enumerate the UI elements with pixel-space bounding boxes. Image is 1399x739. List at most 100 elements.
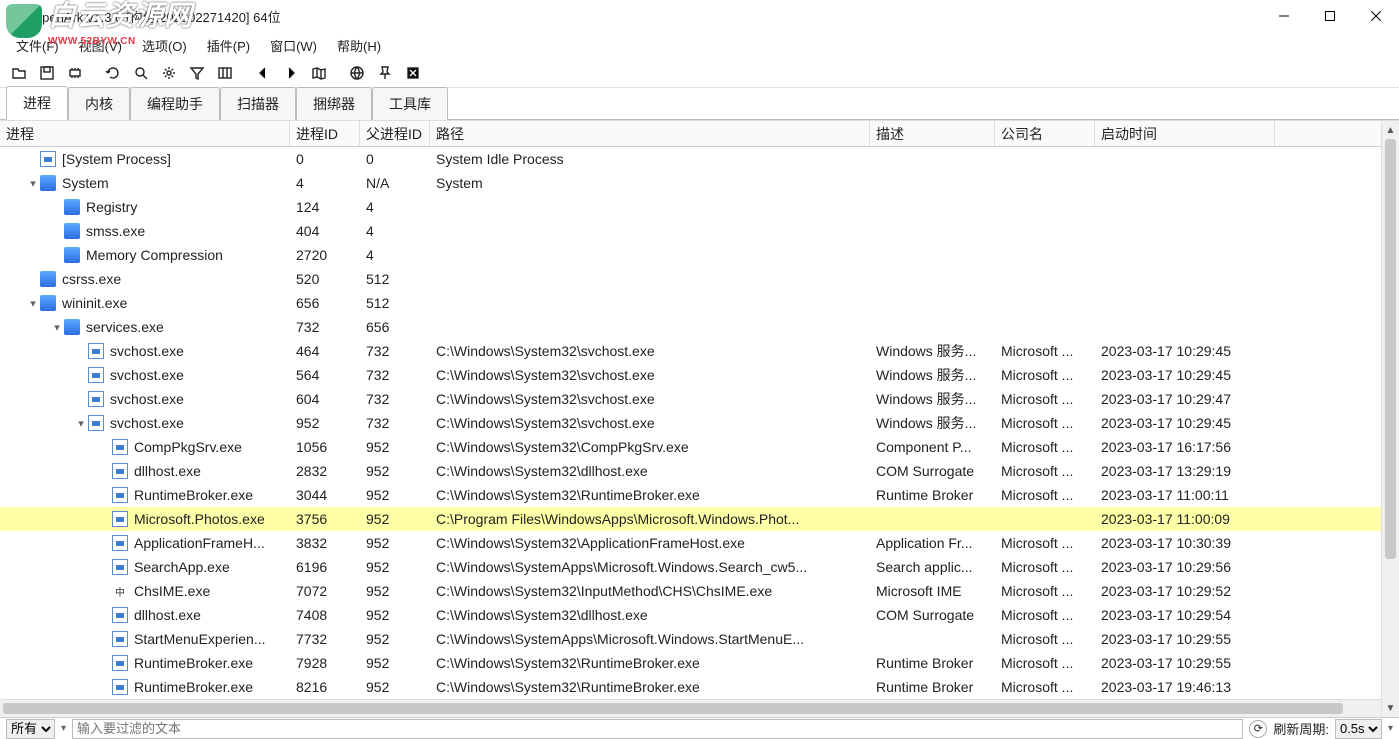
window-title: OpenArk v1.3.0 [构建:202302271420] 64位 [32,7,1261,26]
table-row[interactable]: [System Process]00System Idle Process [0,147,1381,171]
table-row[interactable]: RuntimeBroker.exe3044952C:\Windows\Syste… [0,483,1381,507]
table-row[interactable]: CompPkgSrv.exe1056952C:\Windows\System32… [0,435,1381,459]
process-name: wininit.exe [62,295,127,311]
tab-3[interactable]: 扫描器 [220,87,296,120]
cell-path: System Idle Process [430,151,870,167]
cell-pid: 7408 [290,607,360,623]
cell-comp: Microsoft ... [995,415,1095,431]
process-name: ApplicationFrameH... [134,535,265,551]
tab-4[interactable]: 捆绑器 [296,87,372,120]
globe-icon[interactable] [344,61,370,85]
cell-pid: 404 [290,223,360,239]
cell-path: C:\Windows\System32\RuntimeBroker.exe [430,679,870,695]
refresh-toggle-icon[interactable]: ⟳ [1249,720,1267,738]
maximize-button[interactable] [1307,0,1353,32]
table-row[interactable]: ▾svchost.exe952732C:\Windows\System32\sv… [0,411,1381,435]
menu-item[interactable]: 文件(F) [6,34,69,57]
table-row[interactable]: smss.exe4044 [0,219,1381,243]
tab-1[interactable]: 内核 [68,87,130,120]
table-row[interactable]: StartMenuExperien...7732952C:\Windows\Sy… [0,627,1381,651]
cell-time: 2023-03-17 11:00:09 [1095,511,1275,527]
column-header[interactable]: 公司名 [995,121,1095,146]
scroll-down-icon[interactable]: ▼ [1382,699,1399,717]
chevron-icon[interactable]: ▾ [74,417,88,430]
table-row[interactable]: RuntimeBroker.exe8216952C:\Windows\Syste… [0,675,1381,699]
column-header[interactable]: 启动时间 [1095,121,1275,146]
cell-desc: Runtime Broker [870,655,995,671]
cell-pid: 7928 [290,655,360,671]
process-icon [112,439,128,455]
memory-icon[interactable] [62,61,88,85]
table-row[interactable]: ChsIME.exe7072952C:\Windows\System32\Inp… [0,579,1381,603]
refresh-icon[interactable] [100,61,126,85]
table-row[interactable]: csrss.exe520512 [0,267,1381,291]
cell-path: C:\Windows\System32\svchost.exe [430,415,870,431]
column-header[interactable]: 路径 [430,121,870,146]
menu-item[interactable]: 帮助(H) [327,34,391,57]
search-icon[interactable] [128,61,154,85]
menu-item[interactable]: 视图(V) [69,34,132,57]
column-header[interactable]: 进程ID [290,121,360,146]
tab-0[interactable]: 进程 [6,86,68,120]
process-icon [88,391,104,407]
cell-time: 2023-03-17 13:29:19 [1095,463,1275,479]
pin-icon[interactable] [372,61,398,85]
vertical-scrollbar[interactable]: ▲ ▼ [1381,121,1399,717]
back-icon[interactable] [250,61,276,85]
table-row[interactable]: ▾wininit.exe656512 [0,291,1381,315]
table-row[interactable]: dllhost.exe2832952C:\Windows\System32\dl… [0,459,1381,483]
cell-pid: 0 [290,151,360,167]
table-row[interactable]: ApplicationFrameH...3832952C:\Windows\Sy… [0,531,1381,555]
table-row[interactable]: RuntimeBroker.exe7928952C:\Windows\Syste… [0,651,1381,675]
column-header[interactable]: 描述 [870,121,995,146]
columns-icon[interactable] [212,61,238,85]
cell-ppid: 952 [360,655,430,671]
process-icon [40,151,56,167]
map-icon[interactable] [306,61,332,85]
close-button[interactable] [1353,0,1399,32]
column-header[interactable]: 进程 [0,121,290,146]
open-icon[interactable] [6,61,32,85]
menu-item[interactable]: 窗口(W) [260,34,327,57]
filter-icon[interactable] [184,61,210,85]
cell-desc: Microsoft IME [870,583,995,599]
table-row[interactable]: SearchApp.exe6196952C:\Windows\SystemApp… [0,555,1381,579]
process-icon [112,607,128,623]
table-row[interactable]: Memory Compression27204 [0,243,1381,267]
cell-comp: Microsoft ... [995,607,1095,623]
menu-item[interactable]: 插件(P) [197,34,260,57]
save-icon[interactable] [34,61,60,85]
scroll-up-icon[interactable]: ▲ [1382,121,1399,139]
forward-icon[interactable] [278,61,304,85]
process-name: dllhost.exe [134,463,201,479]
column-header[interactable]: 父进程ID [360,121,430,146]
table-row[interactable]: svchost.exe464732C:\Windows\System32\svc… [0,339,1381,363]
menu-item[interactable]: 选项(O) [132,34,197,57]
tab-2[interactable]: 编程助手 [130,87,220,120]
table-row[interactable]: Registry1244 [0,195,1381,219]
table-row[interactable]: svchost.exe564732C:\Windows\System32\svc… [0,363,1381,387]
tab-5[interactable]: 工具库 [372,87,448,120]
process-name: RuntimeBroker.exe [134,487,253,503]
cell-ppid: 732 [360,343,430,359]
filter-input[interactable] [72,719,1243,739]
table-row[interactable]: ▾System4N/ASystem [0,171,1381,195]
table-row[interactable]: svchost.exe604732C:\Windows\System32\svc… [0,387,1381,411]
table-row[interactable]: ▾services.exe732656 [0,315,1381,339]
table-row[interactable]: Microsoft.Photos.exe3756952C:\Program Fi… [0,507,1381,531]
chevron-icon[interactable]: ▾ [26,177,40,190]
cell-time: 2023-03-17 10:29:56 [1095,559,1275,575]
minimize-button[interactable] [1261,0,1307,32]
gear-icon[interactable] [156,61,182,85]
process-name: svchost.exe [110,391,184,407]
chevron-icon[interactable]: ▾ [26,297,40,310]
filter-scope-select[interactable]: 所有 [6,719,55,739]
stop-icon[interactable] [400,61,426,85]
cell-path: C:\Windows\SystemApps\Microsoft.Windows.… [430,559,870,575]
cell-pid: 1056 [290,439,360,455]
table-row[interactable]: dllhost.exe7408952C:\Windows\System32\dl… [0,603,1381,627]
chevron-icon[interactable]: ▾ [50,321,64,334]
refresh-interval-select[interactable]: 0.5s [1335,719,1382,739]
cell-path: C:\Windows\System32\ApplicationFrameHost… [430,535,870,551]
horizontal-scrollbar[interactable] [0,699,1381,717]
